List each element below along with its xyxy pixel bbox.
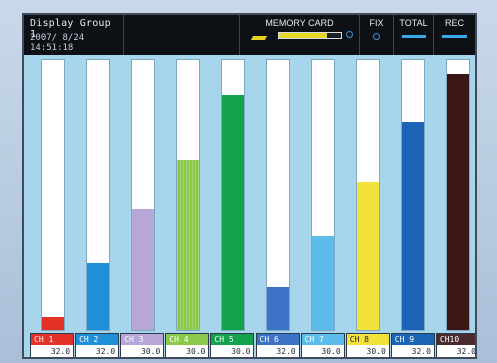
channel-value: 32.0 <box>436 345 475 357</box>
channel-label: CH 1 32.0 <box>30 333 75 357</box>
channel-label: CH 8 30.0 <box>345 333 390 357</box>
channel-value: 32.0 <box>391 345 434 357</box>
bar-graph-area <box>24 55 475 335</box>
channel-bar <box>266 59 291 331</box>
status-bar: Display Group 1 2007/ 8/24 14:51:18 MEMO… <box>24 15 475 55</box>
memory-card-usage-fill <box>279 33 328 38</box>
blank-cell <box>124 15 240 55</box>
channel-bar-fill <box>221 95 244 330</box>
rec-cell: REC <box>434 15 475 55</box>
channel-label: CH 6 32.0 <box>255 333 300 357</box>
rec-label: REC <box>444 18 464 28</box>
channel-value: 30.0 <box>211 345 254 357</box>
recorder-screen: Display Group 1 2007/ 8/24 14:51:18 MEMO… <box>22 13 477 359</box>
channel-bar-fill <box>312 235 335 330</box>
fix-label: FIX <box>369 18 384 28</box>
channel-label: CH 7 30.0 <box>300 333 345 357</box>
total-cell: TOTAL <box>394 15 434 55</box>
channel-bar-fill <box>176 159 199 330</box>
channel-bar-fill <box>267 286 290 330</box>
channel-label: CH 4 30.0 <box>165 333 210 357</box>
channel-value: 30.0 <box>166 345 209 357</box>
channel-bar <box>311 59 336 331</box>
channel-bar <box>40 59 65 331</box>
channel-value: 32.0 <box>76 345 119 357</box>
date-time-readout: 2007/ 8/24 14:51:18 <box>30 33 85 53</box>
channel-bar-fill <box>402 122 425 330</box>
channel-label: CH10 32.0 <box>435 333 475 357</box>
group-info-cell: Display Group 1 2007/ 8/24 14:51:18 <box>24 15 124 55</box>
channel-bar <box>220 59 245 331</box>
memory-card-usage-bar <box>278 32 342 39</box>
channel-value: 30.0 <box>346 345 389 357</box>
channel-bar-fill <box>131 208 154 330</box>
channel-bar <box>446 59 471 331</box>
channel-bar-fill <box>86 262 109 330</box>
channel-bar-fill <box>447 73 470 330</box>
channel-bar <box>401 59 426 331</box>
channel-label: CH 9 32.0 <box>390 333 435 357</box>
total-indicator <box>402 35 426 38</box>
channel-label: CH 2 32.0 <box>75 333 120 357</box>
memory-card-label: MEMORY CARD <box>265 18 334 28</box>
channel-value: 30.0 <box>121 345 164 357</box>
rec-indicator <box>442 35 467 38</box>
memory-card-status-icon <box>346 31 353 38</box>
channel-label: CH 3 30.0 <box>120 333 165 357</box>
channel-bar-fill <box>41 316 64 330</box>
fix-status-icon <box>373 33 380 40</box>
channel-label-strip: CH 1 32.0 CH 2 32.0 CH 3 30.0 CH 4 30.0 CH 5 30.0… <box>24 333 475 357</box>
fix-cell: FIX <box>360 15 394 55</box>
memory-card-icon <box>250 36 268 40</box>
channel-value: 30.0 <box>301 345 344 357</box>
total-label: TOTAL <box>399 18 428 28</box>
channel-bar <box>356 59 381 331</box>
channel-value: 32.0 <box>256 345 299 357</box>
channel-label: CH 5 30.0 <box>210 333 255 357</box>
channel-value: 32.0 <box>31 345 74 357</box>
channel-bar <box>175 59 200 331</box>
channel-bar <box>85 59 110 331</box>
channel-bar <box>130 59 155 331</box>
device-frame: Display Group 1 2007/ 8/24 14:51:18 MEMO… <box>0 0 497 363</box>
memory-card-cell: MEMORY CARD <box>240 15 360 55</box>
channel-bar-fill <box>357 181 380 330</box>
